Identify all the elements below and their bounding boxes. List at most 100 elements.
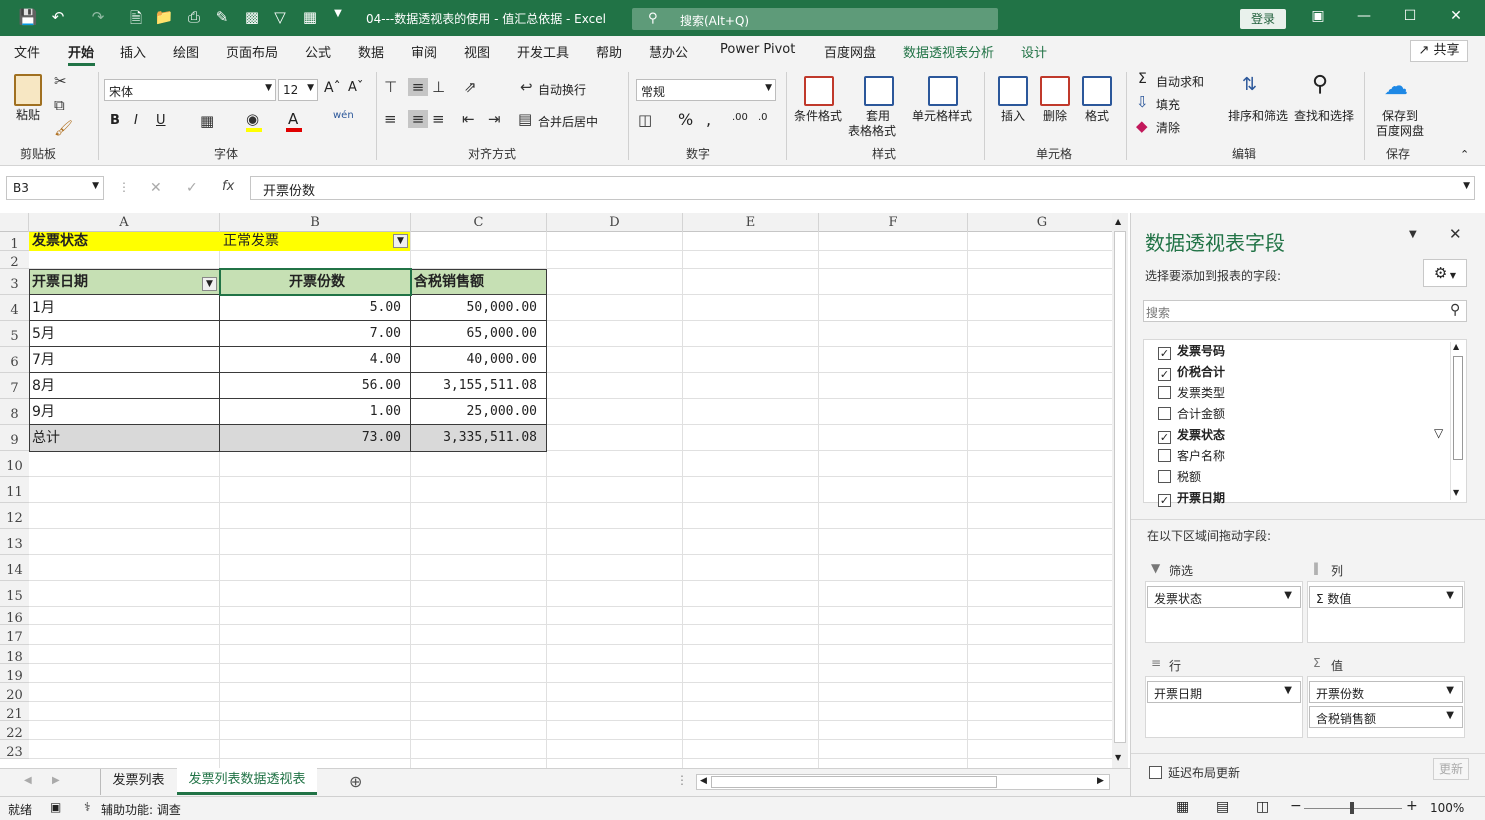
row-header[interactable]: 5	[0, 321, 29, 347]
phonetic-icon[interactable]: wén	[333, 110, 354, 121]
pivot-value-cell[interactable]: 40,000.00	[411, 347, 547, 373]
edit-icon[interactable]: ✎	[212, 8, 232, 26]
tab-developer[interactable]: 开发工具	[517, 42, 569, 61]
row-label-dropdown-icon[interactable]: ▼	[202, 277, 217, 291]
conditional-format-label[interactable]: 条件格式	[794, 107, 842, 124]
italic-button[interactable]: I	[134, 113, 138, 128]
vertical-scroll-thumb[interactable]	[1114, 231, 1126, 743]
scroll-right-icon[interactable]: ▶	[1097, 776, 1104, 786]
scroll-left-icon[interactable]: ◀	[700, 776, 707, 786]
decrease-indent-icon[interactable]: ⇤	[462, 110, 475, 128]
paste-icon[interactable]	[14, 74, 42, 106]
pivot-value-cell[interactable]: 3,155,511.08	[411, 373, 547, 399]
format-as-table-label-2[interactable]: 表格格式	[848, 122, 896, 139]
pivot-row-label[interactable]: 9月	[29, 399, 220, 425]
filter-area[interactable]: 发票状态 ▼	[1145, 581, 1303, 643]
clear-icon[interactable]: ◆	[1136, 117, 1148, 135]
sheet-tab-invoice-list[interactable]: 发票列表	[100, 769, 176, 795]
row-header[interactable]: 23	[0, 740, 29, 760]
column-header-e[interactable]: E	[683, 213, 819, 232]
clear-label[interactable]: 清除	[1156, 119, 1180, 136]
scroll-up-icon[interactable]: ▲	[1115, 217, 1121, 226]
find-select-label[interactable]: 查找和选择	[1294, 107, 1354, 124]
tab-split-icon[interactable]: ⋮	[676, 773, 688, 787]
align-top-icon[interactable]: ⊤	[384, 78, 397, 96]
pivot-value-cell[interactable]: 1.00	[220, 399, 411, 425]
minimize-icon[interactable]: —	[1352, 8, 1376, 24]
chart-icon[interactable]: ▩	[242, 8, 262, 26]
align-bottom-icon[interactable]: ⊥	[432, 78, 445, 96]
columns-area-item[interactable]: Σ 数值 ▼	[1309, 586, 1463, 608]
pivot-value-cell[interactable]: 4.00	[220, 347, 411, 373]
row-header[interactable]: 3	[0, 269, 29, 295]
pane-options-icon[interactable]: ▼	[1409, 229, 1417, 240]
filter-area-item[interactable]: 发票状态 ▼	[1147, 586, 1301, 608]
pivot-row-label[interactable]: 7月	[29, 347, 220, 373]
scroll-down-icon[interactable]: ▼	[1115, 753, 1121, 762]
prev-sheet-icon[interactable]: ◀	[24, 775, 32, 786]
checkbox-checked[interactable]: ✓	[1158, 368, 1171, 381]
ribbon-display-icon[interactable]: ▣	[1306, 8, 1330, 24]
conditional-format-icon[interactable]	[804, 76, 834, 106]
row-header[interactable]: 14	[0, 555, 29, 581]
row-header[interactable]: 8	[0, 399, 29, 425]
row-header[interactable]: 1	[0, 232, 29, 252]
cell-styles-label[interactable]: 单元格样式	[912, 107, 972, 124]
column-header-a[interactable]: A	[29, 213, 220, 232]
field-list-item[interactable]: 税额	[1158, 468, 1201, 485]
pivot-value-cell[interactable]: 5.00	[220, 295, 411, 321]
percent-icon[interactable]: %	[678, 110, 693, 129]
baidu-cloud-icon[interactable]: ☁	[1384, 72, 1408, 100]
filter-dropdown-icon[interactable]: ▼	[393, 234, 408, 248]
update-button[interactable]: 更新	[1433, 758, 1469, 780]
field-list-item[interactable]: 客户名称	[1158, 447, 1225, 464]
field-list-item[interactable]: ✓ 发票状态	[1158, 426, 1225, 444]
row-header[interactable]: 4	[0, 295, 29, 321]
row-header[interactable]: 22	[0, 721, 29, 741]
close-icon[interactable]: ✕	[1444, 8, 1468, 24]
cell-styles-icon[interactable]	[928, 76, 958, 106]
row-header[interactable]: 16	[0, 607, 29, 626]
tab-home[interactable]: 开始	[68, 42, 94, 61]
fill-color-icon[interactable]: ◉	[246, 110, 259, 128]
number-format-combo[interactable]: 常规 ▼	[636, 79, 776, 101]
formula-input[interactable]: 开票份数 ▼	[250, 176, 1475, 200]
find-select-icon[interactable]: ⚲	[1312, 72, 1328, 97]
zoom-level[interactable]: 100%	[1430, 801, 1464, 815]
gear-icon[interactable]: ⚙ ▼	[1423, 259, 1467, 287]
macro-record-icon[interactable]: ▣	[50, 800, 61, 814]
tab-review[interactable]: 审阅	[411, 42, 437, 61]
pivot-value-cell[interactable]: 25,000.00	[411, 399, 547, 425]
autosum-icon[interactable]: Σ	[1138, 71, 1147, 87]
field-list-item[interactable]: ✓ 开票日期	[1158, 489, 1225, 507]
insert-cells-label[interactable]: 插入	[1001, 107, 1025, 124]
pivot-value-cell[interactable]: 50,000.00	[411, 295, 547, 321]
row-header[interactable]: 19	[0, 664, 29, 684]
values-area-item[interactable]: 含税销售额 ▼	[1309, 706, 1463, 728]
field-list-item[interactable]: ✓ 价税合计	[1158, 363, 1225, 381]
select-all-corner[interactable]	[0, 213, 29, 232]
checkbox[interactable]	[1158, 470, 1171, 483]
pivot-total-amount[interactable]: 3,335,511.08	[411, 425, 547, 451]
checkbox-checked[interactable]: ✓	[1158, 494, 1171, 507]
tab-help[interactable]: 帮助	[596, 42, 622, 61]
field-list-item[interactable]: 发票类型	[1158, 384, 1225, 401]
cancel-formula-icon[interactable]: ✕	[150, 180, 162, 196]
field-search-input[interactable]: 搜索 ⚲	[1143, 300, 1467, 322]
zoom-slider-thumb[interactable]	[1350, 802, 1354, 814]
row-header[interactable]: 12	[0, 503, 29, 529]
fill-label[interactable]: 填充	[1156, 96, 1180, 113]
save-icon[interactable]: 💾	[18, 8, 38, 26]
save-to-baidu-label-2[interactable]: 百度网盘	[1376, 122, 1424, 139]
border-icon[interactable]: ▦	[200, 112, 214, 130]
underline-button[interactable]: U	[156, 113, 166, 128]
field-list-scroll-thumb[interactable]	[1453, 356, 1463, 460]
row-header[interactable]: 10	[0, 451, 29, 477]
zoom-out-icon[interactable]: −	[1290, 798, 1302, 814]
checkbox-checked[interactable]: ✓	[1158, 347, 1171, 360]
row-header[interactable]: 20	[0, 683, 29, 703]
page-break-view-icon[interactable]: ◫	[1256, 799, 1269, 815]
format-cells-icon[interactable]	[1082, 76, 1112, 106]
row-header[interactable]: 9	[0, 425, 29, 451]
field-list-item[interactable]: 合计金额	[1158, 405, 1225, 422]
